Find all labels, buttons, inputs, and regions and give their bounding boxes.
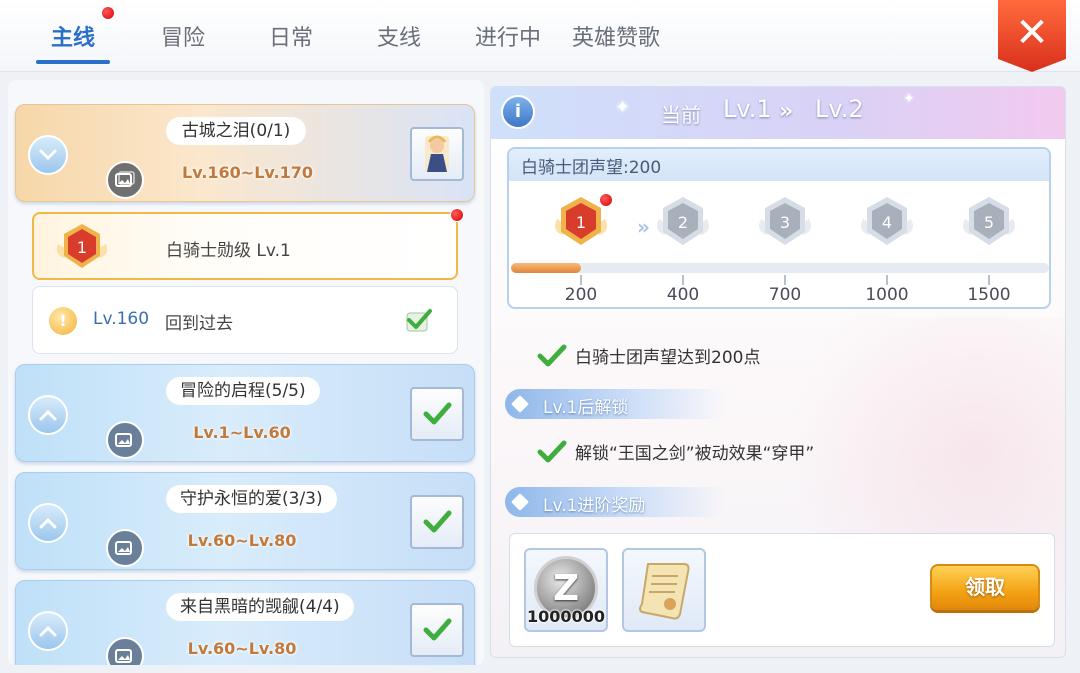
chapter-title: 守护永恒的爱(3/3) <box>166 485 337 513</box>
unlock-text: 解锁“王国之剑”被动效果“穿甲” <box>575 444 815 464</box>
claim-button[interactable]: 领取 <box>930 564 1040 610</box>
tab-bar: 主线 冒险 日常 支线 进行中 英雄赞歌 ✕ <box>0 0 1080 72</box>
notification-dot <box>599 193 613 207</box>
reward-item-zeny[interactable]: Z 1000000 <box>524 548 608 632</box>
chapter-card[interactable]: 守护永恒的爱(3/3) Lv.60~Lv.80 <box>15 472 475 570</box>
threshold-label: 400 <box>666 285 700 305</box>
chapter-level-range: Lv.160~Lv.170 <box>182 163 313 182</box>
tier-medal-icon: 4 <box>861 197 913 245</box>
reward-amount: 1000000 <box>527 607 605 626</box>
current-level: Lv.1 <box>723 95 772 123</box>
gallery-icon[interactable] <box>106 161 144 199</box>
chapter-character-icon[interactable] <box>410 127 464 181</box>
quest-level: Lv.160 <box>93 309 150 329</box>
exclamation-icon: ! <box>49 307 77 335</box>
close-x-icon: ✕ <box>1015 10 1049 56</box>
info-icon[interactable]: i <box>501 95 535 129</box>
reward-box: Z 1000000 领取 <box>509 533 1055 647</box>
tab-daily[interactable]: 日常 <box>254 20 328 56</box>
threshold-label: 700 <box>768 285 802 305</box>
tab-side-quest[interactable]: 支线 <box>362 20 436 56</box>
quest-row-return-past[interactable]: ! Lv.160 回到过去 <box>32 286 458 354</box>
chapter-level-range: Lv.1~Lv.60 <box>193 423 291 442</box>
quest-detail-panel: i ✦ 当前 Lv.1 » Lv.2 ✦ 白骑士团声望:200 1 2 3 4 5 » … <box>490 86 1066 658</box>
requirement-row: 白骑士团声望达到200点 <box>537 343 760 368</box>
threshold-label: 1500 <box>967 285 1011 305</box>
gallery-icon[interactable] <box>106 421 144 459</box>
expand-chevron-icon[interactable] <box>28 395 68 435</box>
threshold-label: 200 <box>564 285 598 305</box>
tier-medal-icon: 3 <box>759 197 811 245</box>
quest-row-white-knight[interactable]: 1 白骑士勋级 Lv.1 <box>32 208 464 280</box>
collapse-chevron-icon[interactable] <box>28 135 68 175</box>
quest-name: 回到过去 <box>165 314 233 334</box>
chapter-card[interactable]: 来自黑暗的觊觎(4/4) Lv.60~Lv.80 <box>15 580 475 665</box>
check-icon <box>537 344 567 366</box>
scroll-icon <box>639 563 690 620</box>
notification-dot <box>450 208 464 222</box>
gallery-icon[interactable] <box>106 529 144 567</box>
close-button[interactable]: ✕ <box>998 0 1066 72</box>
chapter-level-range: Lv.60~Lv.80 <box>187 639 297 658</box>
unlock-row: 解锁“王国之剑”被动效果“穿甲” <box>537 439 814 464</box>
unlock-section-header: Lv.1后解锁 <box>505 389 725 419</box>
progress-tick <box>580 275 582 285</box>
sparkle-icon: ✦ <box>903 91 915 107</box>
chapter-title: 古城之泪(0/1) <box>166 117 306 145</box>
reward-item-scroll[interactable] <box>622 548 706 632</box>
reputation-progress-fill <box>511 263 581 273</box>
chapter-complete-icon[interactable] <box>410 387 464 441</box>
double-arrow-icon: » <box>637 215 650 239</box>
tier-medal-icon: 5 <box>963 197 1015 245</box>
chapter-level-range: Lv.60~Lv.80 <box>187 531 297 550</box>
check-icon <box>406 309 432 332</box>
tab-in-progress[interactable]: 进行中 <box>466 20 550 56</box>
requirement-text: 白骑士团声望达到200点 <box>575 348 761 368</box>
level-header: i ✦ 当前 Lv.1 » Lv.2 ✦ <box>491 87 1065 139</box>
reward-section-header: Lv.1进阶奖励 <box>505 487 725 517</box>
reputation-tracker: 白骑士团声望:200 1 2 3 4 5 » 200 400 700 1000 1500 <box>507 147 1051 309</box>
expand-chevron-icon[interactable] <box>28 611 68 651</box>
tier-number: 1 <box>576 213 586 232</box>
reputation-progress-track <box>511 263 1049 273</box>
svg-text:1: 1 <box>77 238 87 257</box>
progress-tick <box>886 275 888 285</box>
current-label: 当前 <box>661 103 701 127</box>
tier-number: 2 <box>678 213 688 232</box>
tab-hero-anthem[interactable]: 英雄赞歌 <box>566 20 666 56</box>
reputation-title: 白骑士团声望:200 <box>521 158 662 178</box>
tier-number: 4 <box>882 213 892 232</box>
threshold-label: 1000 <box>865 285 909 305</box>
notification-dot <box>101 6 115 20</box>
chapter-list[interactable]: 古城之泪(0/1) Lv.160~Lv.170 1 白骑士勋级 Lv.1 ! L… <box>8 80 484 665</box>
progress-tick <box>682 275 684 285</box>
tab-main-story[interactable]: 主线 <box>36 20 110 56</box>
progress-tick <box>784 275 786 285</box>
chapter-card[interactable]: 古城之泪(0/1) Lv.160~Lv.170 <box>15 104 475 202</box>
tier-number: 3 <box>780 213 790 232</box>
medal-icon: 1 <box>56 224 108 268</box>
double-arrow-icon: » <box>779 99 794 124</box>
chapter-complete-icon[interactable] <box>410 495 464 549</box>
chapter-title: 冒险的启程(5/5) <box>166 377 320 405</box>
chapter-card[interactable]: 冒险的启程(5/5) Lv.1~Lv.60 <box>15 364 475 462</box>
check-icon <box>537 440 567 462</box>
next-level: Lv.2 <box>815 95 864 123</box>
tier-medal-icon: 2 <box>657 197 709 245</box>
chapter-title: 来自黑暗的觊觎(4/4) <box>166 593 354 621</box>
reward-section-title: Lv.1进阶奖励 <box>543 496 646 516</box>
reputation-title-bar: 白骑士团声望:200 <box>509 149 1049 181</box>
tier-number: 5 <box>984 213 994 232</box>
progress-tick <box>988 275 990 285</box>
quest-name: 白骑士勋级 Lv.1 <box>166 241 291 261</box>
chapter-complete-icon[interactable] <box>410 603 464 657</box>
expand-chevron-icon[interactable] <box>28 503 68 543</box>
active-tab-underline <box>36 60 110 64</box>
sparkle-icon: ✦ <box>615 97 631 118</box>
unlock-section-title: Lv.1后解锁 <box>543 398 629 418</box>
tab-adventure[interactable]: 冒险 <box>146 20 220 56</box>
gallery-icon[interactable] <box>106 637 144 665</box>
